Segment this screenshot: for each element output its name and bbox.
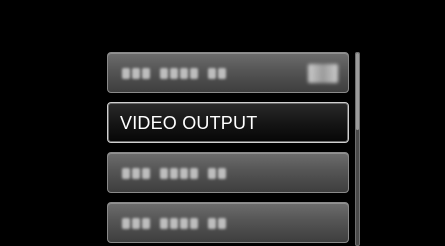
obscured-label <box>122 68 226 79</box>
menu-item-label: VIDEO OUTPUT <box>120 113 258 133</box>
menu-scrollbar[interactable] <box>355 52 360 246</box>
camera-menu-screen: VIDEO OUTPUT <box>0 0 445 246</box>
settings-menu-list: VIDEO OUTPUT <box>107 52 349 246</box>
obscured-value-icon <box>308 64 338 83</box>
obscured-label <box>122 218 226 229</box>
scrollbar-thumb[interactable] <box>356 53 359 130</box>
menu-item-obscured-1[interactable] <box>107 52 349 93</box>
menu-item-video-output[interactable]: VIDEO OUTPUT <box>107 102 349 143</box>
menu-item-obscured-2[interactable] <box>107 152 349 193</box>
obscured-label <box>122 168 226 179</box>
menu-item-obscured-3[interactable] <box>107 202 349 243</box>
